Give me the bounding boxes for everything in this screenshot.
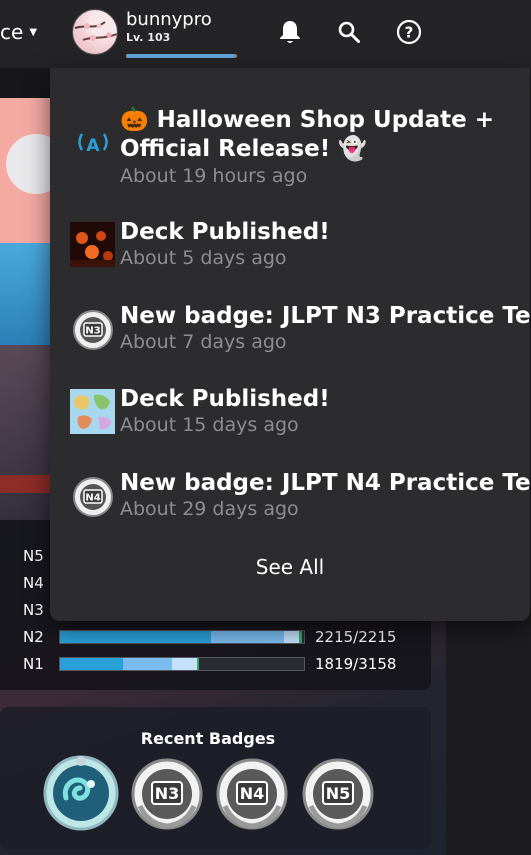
jlpt-label: N1 [23,655,44,673]
username: bunnypro [126,9,212,30]
svg-text:?: ? [405,24,414,42]
badge-text: N3 [85,325,100,336]
notification-time: About 19 hours ago [120,165,308,187]
jlpt-progress-bar [59,630,305,644]
cherry-blossom-avatar-icon [74,21,117,44]
user-level: Lv. 103 [126,31,171,44]
bar-segment [211,631,285,643]
badge-text: N4 [85,492,100,503]
notification-time: About 29 days ago [120,498,299,520]
jlpt-count: 2215/2215 [315,628,397,646]
notification-item[interactable]: N3 New badge: JLPT N3 Practice Test Abou… [70,302,531,358]
avatar [72,9,118,55]
badge-text: N3 [155,784,180,803]
bar-segment [196,658,200,670]
hero-image [0,98,66,243]
notification-title: New badge: JLPT N3 Practice Test [120,303,531,329]
search-icon[interactable] [335,18,363,46]
page-strip [0,68,50,98]
jlpt-row-n1: N1 1819/3158 [23,653,423,675]
n3-badge-icon[interactable]: N3 [128,754,206,832]
nav-dropdown[interactable]: ce ▼ [0,20,37,44]
n3-badge-icon: N3 [70,306,115,351]
user-menu[interactable]: bunnypro Lv. 103 [72,9,242,61]
notification-item[interactable]: N4 New badge: JLPT N4 Practice Test Abou… [70,469,531,525]
n5-badge-icon[interactable]: N5 [299,754,377,832]
sky-image [0,243,50,345]
notification-title: New badge: JLPT N4 Practice Test [120,470,531,496]
page-right-gutter [446,622,531,855]
caret-down-icon: ▼ [29,26,38,38]
notification-time: About 15 days ago [120,414,299,436]
notifications-dropdown: A 🎃 Halloween Shop Update + Official Rel… [50,68,531,621]
notification-item[interactable]: Deck Published! About 15 days ago [70,385,520,441]
bar-segment [60,658,124,670]
n4-badge-icon: N4 [70,473,115,518]
notification-title: Deck Published! [120,219,330,245]
bar-segment [299,631,302,643]
xp-progress-bar [126,54,237,58]
svg-text:A: A [86,136,100,156]
bar-segment [284,631,300,643]
notification-title: Deck Published! [120,386,330,412]
n4-badge-icon[interactable]: N4 [213,754,291,832]
dragon-badge-icon[interactable] [42,754,120,832]
jlpt-label: N2 [23,628,44,646]
notification-title: Official Release! 👻 [120,136,367,162]
recent-badges-title: Recent Badges [140,729,276,748]
halloween-deck-thumbnail [70,222,115,267]
jlpt-row-n2: N2 2215/2215 [23,626,423,648]
help-icon[interactable]: ? [395,18,423,46]
notification-title: 🎃 Halloween Shop Update + [120,107,495,133]
bar-segment [172,658,197,670]
notification-time: About 5 days ago [120,247,287,269]
top-bar: ce ▼ bunnypro Lv. 103 ? [0,0,531,68]
map-deck-thumbnail [70,389,115,434]
jlpt-count: 1819/3158 [315,655,397,673]
nav-dropdown-label: ce [0,20,24,44]
notification-item[interactable]: A 🎃 Halloween Shop Update + Official Rel… [70,106,520,188]
see-all-link[interactable]: See All [50,555,530,579]
badge-text: N4 [240,784,265,803]
jlpt-progress-bar [59,657,305,671]
scene-accent [0,475,50,493]
notification-item[interactable]: Deck Published! About 5 days ago [70,218,520,274]
bell-icon[interactable] [276,18,304,46]
notification-time: About 7 days ago [120,331,287,353]
bar-segment [60,631,212,643]
badge-text: N5 [326,784,351,803]
broadcast-icon: A [70,122,115,167]
bar-segment [123,658,173,670]
xp-progress-fill [126,54,234,58]
